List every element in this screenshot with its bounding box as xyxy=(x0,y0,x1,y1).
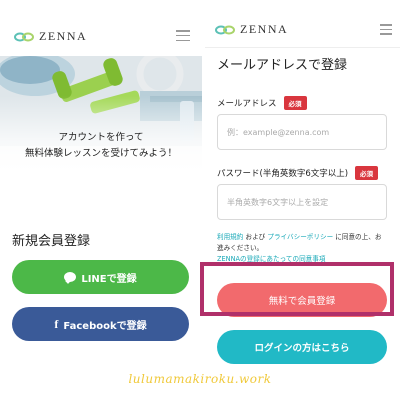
password-label: パスワード(半角英数字6文字以上) 必須 xyxy=(217,166,379,180)
page-title: メールアドレスで登録 xyxy=(217,58,348,73)
screenshot: ZENNA アカウントを作って 無料体験レッスンを受けてみよう！ 新規会員登録 … xyxy=(0,0,400,400)
terms-of-use-link[interactable]: 利用規約 xyxy=(217,233,243,241)
privacy-policy-link[interactable]: プライバシーポリシー xyxy=(267,233,333,241)
logo[interactable]: ZENNA xyxy=(215,22,288,37)
highlight-frame xyxy=(200,262,394,316)
hamburger-menu-icon[interactable] xyxy=(380,24,392,35)
facebook-signup-button[interactable]: f Facebookで登録 xyxy=(12,307,189,341)
logo[interactable]: ZENNA xyxy=(14,29,87,44)
facebook-icon: f xyxy=(54,316,59,331)
header: ZENNA xyxy=(0,12,202,56)
line-signup-button[interactable]: LINEで登録 xyxy=(12,260,189,294)
header: ZENNA xyxy=(205,12,400,48)
hamburger-menu-icon[interactable] xyxy=(176,30,190,42)
email-input[interactable]: 例：example@zenna.com xyxy=(217,114,387,150)
watermark: lulumamakiroku.work xyxy=(128,372,272,386)
logo-text: ZENNA xyxy=(39,29,88,43)
terms-notice: 利用規約 および プライバシーポリシー に同意の上、お進みください。 ZENNA… xyxy=(217,233,382,263)
email-label: メールアドレス 必須 xyxy=(217,96,307,110)
required-badge: 必須 xyxy=(283,96,307,110)
required-badge: 必須 xyxy=(355,166,379,180)
logo-text: ZENNA xyxy=(240,22,289,36)
signup-heading: 新規会員登録 xyxy=(12,234,91,249)
hero-image xyxy=(0,56,202,196)
infinity-logo-icon xyxy=(215,25,235,34)
infinity-logo-icon xyxy=(14,32,34,41)
login-button[interactable]: ログインの方はこちら xyxy=(217,330,387,364)
hero-message: アカウントを作って 無料体験レッスンを受けてみよう！ xyxy=(24,132,177,159)
line-chat-icon xyxy=(64,272,77,282)
left-screen: ZENNA アカウントを作って 無料体験レッスンを受けてみよう！ 新規会員登録 … xyxy=(0,12,202,356)
password-input[interactable]: 半角英数字6文字以上を設定 xyxy=(217,184,387,220)
